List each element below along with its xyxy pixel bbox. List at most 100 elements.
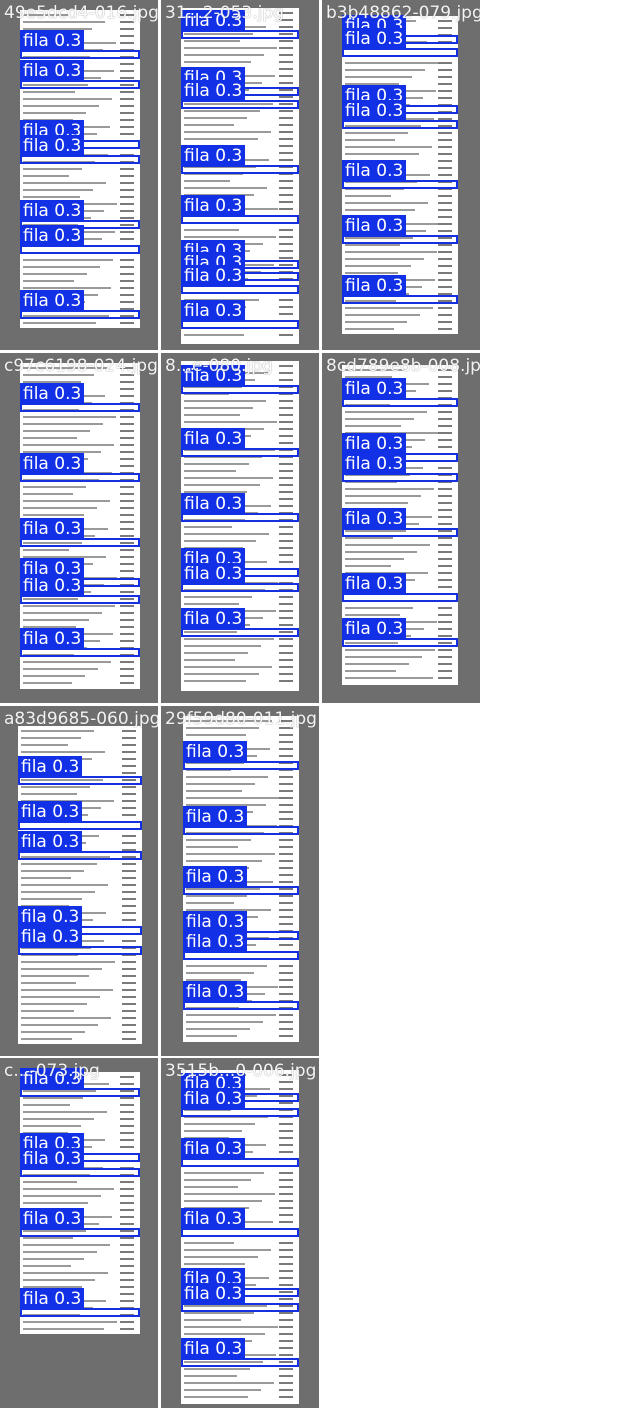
page-text-value: [122, 1010, 136, 1012]
page-text-value: [279, 117, 293, 119]
page-text-value: [279, 131, 293, 133]
page-text-value: [120, 486, 134, 488]
page-text-value: [122, 982, 136, 984]
page-text-line: [345, 656, 422, 658]
result-tile[interactable]: fila 0.3 fila 0.3 fila 0.3 fila 0.3 fila 0.3…: [0, 1058, 158, 1408]
page-text-line: [345, 258, 424, 260]
page-text-value: [279, 923, 293, 925]
page-text-value: [122, 863, 136, 865]
page-text-line: [184, 645, 261, 647]
result-tile[interactable]: fila 0.3 fila 0.3 fila 0.3 fila 0.3 fila 0.3…: [322, 353, 480, 703]
page-text-value: [438, 27, 452, 29]
page-text-value: [120, 301, 134, 303]
page-text-value: [120, 507, 134, 509]
page-text-value: [438, 565, 452, 567]
page-text-line: [345, 558, 404, 560]
result-tile[interactable]: fila 0.3 fila 0.3 fila 0.3 fila 0.3 fila 0.3…: [0, 706, 158, 1056]
page-text-line: [23, 1321, 117, 1323]
page-text-value: [279, 414, 293, 416]
page-text-line: [186, 965, 267, 967]
result-tile[interactable]: fila 0.3 fila 0.3 fila 0.3 fila 0.3 fila 0.3…: [0, 0, 158, 350]
result-tile[interactable]: fila 0.3 fila 0.3 fila 0.3 fila 0.3 fila 0.3…: [0, 353, 158, 703]
page-text-value: [279, 1319, 293, 1321]
page-text-line: [184, 1263, 245, 1265]
page-text-value: [120, 1216, 134, 1218]
page-text-value: [279, 505, 293, 507]
page-text-line: [345, 614, 400, 616]
page-text-value: [438, 139, 452, 141]
page-text-value: [120, 259, 134, 261]
page-text-value: [279, 972, 293, 974]
page-text-value: [122, 765, 136, 767]
page-text-value: [279, 993, 293, 995]
page-text-line: [184, 117, 247, 119]
page-text-line: [21, 989, 113, 991]
page-text-value: [279, 1137, 293, 1139]
result-tile[interactable]: fila 0.3 fila 0.3 fila 0.3 fila 0.3 fila 0.3…: [161, 353, 319, 703]
detection-label: fila 0.3: [20, 453, 85, 475]
page-text-value: [438, 432, 452, 434]
page-text-value: [279, 867, 293, 869]
detection-label: fila 0.3: [181, 493, 246, 515]
page-text-value: [279, 734, 293, 736]
page-text-value: [122, 905, 136, 907]
result-tile[interactable]: fila 0.3 fila 0.3 fila 0.3 fila 0.3 fila 0.3…: [161, 1058, 319, 1408]
page-text-line: [23, 189, 93, 191]
page-text-line: [23, 105, 99, 107]
page-text-line: [21, 877, 71, 879]
page-text-value: [438, 258, 452, 260]
page-text-value: [120, 196, 134, 198]
page-text-value: [438, 62, 452, 64]
page-text-value: [122, 807, 136, 809]
page-text-value: [279, 379, 293, 381]
page-text-line: [184, 1193, 275, 1195]
page-text-value: [120, 98, 134, 100]
page-text-line: [345, 307, 433, 309]
page-text-line: [184, 47, 277, 49]
page-text-value: [279, 1354, 293, 1356]
page-text-value: [438, 411, 452, 413]
page-text-value: [279, 1249, 293, 1251]
page-text-value: [438, 279, 452, 281]
detection-label: fila 0.3: [181, 1088, 246, 1110]
tile-filename: 3515b...0-006.jpg: [165, 1061, 317, 1081]
page-text-value: [279, 1382, 293, 1384]
page-text-value: [120, 612, 134, 614]
result-tile[interactable]: fila 0.3 fila 0.3 fila 0.3 fila 0.3 fila 0.3…: [161, 706, 319, 1056]
page-text-value: [279, 1088, 293, 1090]
page-text-value: [279, 846, 293, 848]
page-text-value: [120, 175, 134, 177]
page-text-value: [279, 603, 293, 605]
page-text-value: [438, 558, 452, 560]
page-text-value: [279, 673, 293, 675]
page-text-value: [438, 551, 452, 553]
page-text-value: [279, 236, 293, 238]
page-text-value: [438, 251, 452, 253]
page-text-value: [279, 1333, 293, 1335]
page-text-value: [279, 1151, 293, 1153]
page-text-value: [120, 444, 134, 446]
page-text-value: [120, 1328, 134, 1330]
result-tile[interactable]: fila 0.3 fila 0.3 fila 0.3 fila 0.3 fila 0.3…: [322, 0, 480, 350]
page-text-value: [279, 811, 293, 813]
page-text-line: [184, 659, 235, 661]
page-text-value: [120, 640, 134, 642]
page-text-line: [345, 244, 400, 246]
detection-label: fila 0.3: [342, 215, 407, 237]
page-text-line: [186, 860, 262, 862]
page-text-value: [120, 1097, 134, 1099]
page-text-value: [438, 446, 452, 448]
page-text-value: [279, 463, 293, 465]
page-text-line: [23, 605, 115, 607]
page-text-value: [120, 1209, 134, 1211]
detection-label: fila 0.3: [181, 1208, 246, 1230]
page-text-line: [345, 139, 395, 141]
page-text-value: [279, 313, 293, 315]
page-text-line: [184, 61, 251, 63]
page-text-value: [279, 400, 293, 402]
page-text-value: [438, 607, 452, 609]
page-text-value: [120, 1265, 134, 1267]
page-text-value: [279, 554, 293, 556]
result-tile[interactable]: fila 0.3 fila 0.3 fila 0.3 fila 0.3 fila 0.3…: [161, 0, 319, 350]
page-text-line: [21, 975, 89, 977]
